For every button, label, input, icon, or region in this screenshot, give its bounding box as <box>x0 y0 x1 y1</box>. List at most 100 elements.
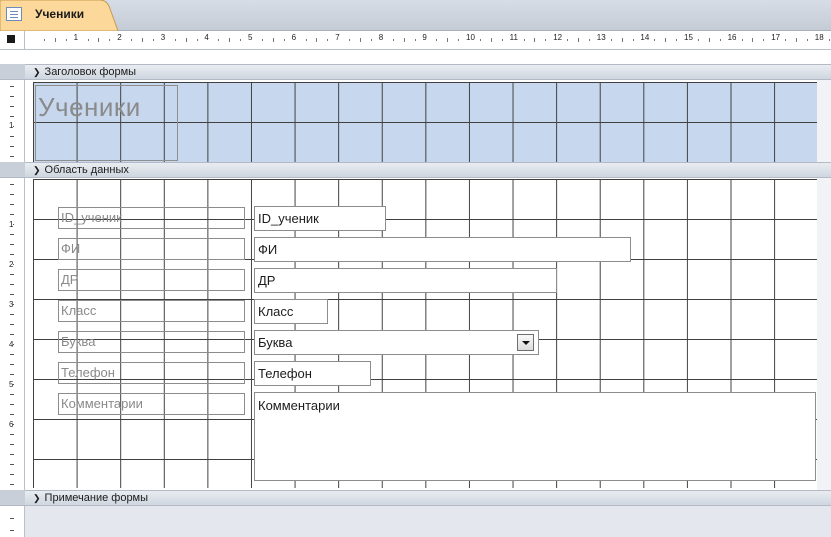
ruler-tick <box>697 39 699 41</box>
ruler-tick <box>10 484 14 485</box>
ruler-tick <box>142 38 143 42</box>
combobox-bukva[interactable]: Буква <box>254 330 539 355</box>
ruler-tick <box>109 39 111 41</box>
textbox-id-uchenik[interactable]: ID_ученик <box>254 206 386 231</box>
ruler-tick <box>196 39 198 41</box>
tab-ucheniki[interactable]: Ученики <box>0 0 118 31</box>
ruler-tick <box>523 39 525 41</box>
footer-left-margin <box>25 506 33 537</box>
ruler-tick <box>676 39 678 41</box>
ruler-number: 4 <box>9 340 14 349</box>
ruler-tick <box>10 404 14 405</box>
detail-right-gap <box>817 178 831 490</box>
footer-section-bar[interactable]: ❯ Примечание формы <box>25 490 831 506</box>
ruler-tick <box>741 39 743 41</box>
ruler-tick <box>152 39 154 41</box>
ruler-tick <box>240 39 242 41</box>
textbox-dr[interactable]: ДР <box>254 268 557 293</box>
ruler-tick <box>10 204 14 205</box>
vertical-ruler-header[interactable]: 1 <box>0 80 25 162</box>
ruler-number: 13 <box>596 33 606 42</box>
label-klass[interactable]: Класс <box>58 300 245 322</box>
form-footer-area[interactable] <box>33 506 817 537</box>
ruler-tick <box>10 214 14 215</box>
footer-section-selector[interactable] <box>0 490 25 506</box>
ruler-number: 6 <box>291 33 297 42</box>
ruler-tick <box>708 38 710 42</box>
ruler-tick <box>545 39 547 41</box>
form-selector[interactable] <box>0 31 25 50</box>
label-fi[interactable]: ФИ <box>58 238 245 260</box>
ruler-tick <box>10 106 14 107</box>
ruler-tick <box>10 364 14 365</box>
ruler-number: 16 <box>727 33 737 42</box>
label-kommentarii[interactable]: Комментарии <box>58 393 245 415</box>
label-id-uchenik[interactable]: ID_ученик <box>58 207 245 229</box>
ruler-tick <box>578 38 579 42</box>
footer-section-label: Примечание формы <box>44 492 149 504</box>
dropdown-arrow-icon[interactable] <box>517 334 534 351</box>
header-section-label: Заголовок формы <box>44 66 137 78</box>
detail-section-bar[interactable]: ❯ Область данных <box>25 162 831 178</box>
ruler-tick <box>349 39 351 41</box>
textbox-kommentarii[interactable]: Комментарии <box>254 392 816 481</box>
label-dr[interactable]: ДР <box>58 269 245 291</box>
ruler-number: 10 <box>466 33 475 42</box>
ruler-tick <box>501 39 503 41</box>
ruler-tick <box>10 116 14 117</box>
ruler-tick <box>10 234 14 235</box>
ruler-tick <box>185 38 187 42</box>
label-telefon[interactable]: Телефон <box>58 362 245 384</box>
ruler-tick <box>665 38 667 42</box>
detail-section-selector[interactable] <box>0 162 25 178</box>
ruler-tick <box>43 39 45 41</box>
form-title-text: Ученики <box>38 92 141 122</box>
textbox-klass[interactable]: Класс <box>254 299 328 324</box>
ruler-tick <box>229 38 231 42</box>
ruler-tick <box>10 86 14 87</box>
form-title-label[interactable]: Ученики <box>35 85 178 161</box>
ruler-tick <box>10 254 14 255</box>
label-bukva[interactable]: Буква <box>58 331 245 353</box>
header-right-gap <box>817 80 831 162</box>
ruler-tick <box>414 39 416 41</box>
form-icon <box>6 7 22 21</box>
ruler-tick <box>10 374 14 375</box>
ruler-tick <box>785 39 787 41</box>
ruler-tick <box>10 444 14 445</box>
ruler-number: 3 <box>9 300 14 309</box>
header-section-bar[interactable]: ❯ Заголовок формы <box>25 64 831 80</box>
ruler-tick <box>10 136 14 137</box>
ruler-number: 6 <box>9 420 14 429</box>
ruler-tick <box>10 394 14 395</box>
ruler-tick <box>752 38 754 42</box>
textbox-telefon[interactable]: Телефон <box>254 361 371 386</box>
ruler-tick <box>490 38 492 42</box>
vertical-ruler-detail[interactable]: 1 2 3 4 5 6 <box>0 178 25 490</box>
ruler-tick <box>534 38 536 42</box>
ruler-tick <box>261 39 263 41</box>
header-section-selector[interactable] <box>0 64 25 80</box>
ruler-tick <box>10 434 14 435</box>
ruler-tick <box>567 39 569 41</box>
ruler-tick <box>218 39 220 41</box>
footer-right-gap <box>817 506 831 537</box>
ruler-tick <box>174 39 176 41</box>
ruler-tick <box>10 146 14 147</box>
ruler-tick <box>392 39 394 41</box>
ruler-tick <box>283 39 285 41</box>
vertical-ruler-footer[interactable] <box>0 506 25 537</box>
section-arrow-icon: ❯ <box>33 165 41 175</box>
horizontal-ruler[interactable]: 1 2 3 4 5 6 7 8 9 10 11 12 13 14 15 16 17 18 <box>25 31 831 50</box>
ruler-tick <box>10 314 14 315</box>
ruler-number: 4 <box>204 33 209 42</box>
ruler-tick <box>458 39 460 41</box>
ruler-tick <box>98 38 100 42</box>
ruler-tick <box>370 39 372 41</box>
ruler-tick <box>10 474 14 475</box>
ruler-number: 8 <box>378 33 384 42</box>
ruler-number: 1 <box>73 33 79 42</box>
ruler-tick <box>10 294 14 295</box>
ruler-tick <box>10 274 14 275</box>
textbox-fi[interactable]: ФИ <box>254 237 631 262</box>
